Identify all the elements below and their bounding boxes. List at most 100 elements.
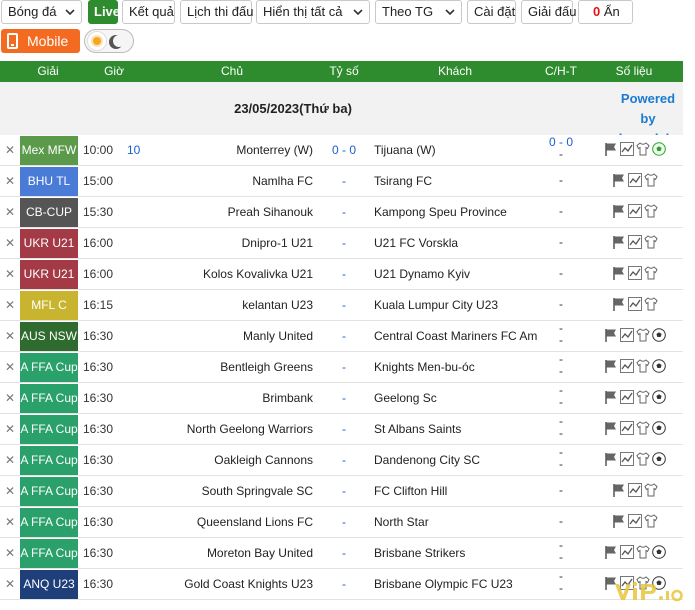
chart-icon[interactable] <box>620 545 634 559</box>
chart-icon[interactable] <box>620 142 634 156</box>
match-score[interactable]: - <box>342 267 346 281</box>
match-score[interactable]: - <box>342 453 346 467</box>
hide-row-close-icon[interactable]: ✕ <box>5 329 15 343</box>
chart-icon[interactable] <box>628 297 642 311</box>
league-badge[interactable]: ANQ U23 <box>20 570 78 599</box>
ball-icon[interactable] <box>652 545 666 559</box>
table-row[interactable]: ✕ A FFA Cup 16:30 South Springvale SC - FC Cl… <box>0 476 683 507</box>
shirt-icon[interactable] <box>644 483 658 497</box>
chart-icon[interactable] <box>620 328 634 342</box>
hide-row-close-icon[interactable]: ✕ <box>5 453 15 467</box>
table-row[interactable]: ✕ A FFA Cup 16:30 North Geelong Warriors - St… <box>0 414 683 445</box>
home-team[interactable]: Queensland Lions FC <box>197 515 313 529</box>
hide-row-close-icon[interactable]: ✕ <box>5 484 15 498</box>
ball-icon[interactable] <box>652 452 666 466</box>
settings-button[interactable]: Cài đặt <box>467 0 516 24</box>
table-row[interactable]: ✕ Mex MFW 10:00 10 Monterrey (W) 0 - 0 Tijuana… <box>0 135 683 166</box>
chart-icon[interactable] <box>620 359 634 373</box>
shirt-icon[interactable] <box>644 297 658 311</box>
hide-row-close-icon[interactable]: ✕ <box>5 143 15 157</box>
ball-icon[interactable] <box>652 421 666 435</box>
hide-row-close-icon[interactable]: ✕ <box>5 515 15 529</box>
hide-row-close-icon[interactable]: ✕ <box>5 236 15 250</box>
ball-live-icon[interactable] <box>652 142 666 156</box>
chart-icon[interactable] <box>628 204 642 218</box>
home-team[interactable]: Oakleigh Cannons <box>214 453 313 467</box>
flag-icon[interactable] <box>604 328 618 342</box>
chart-icon[interactable] <box>628 266 642 280</box>
away-team[interactable]: Brisbane Strikers <box>374 546 465 560</box>
away-team[interactable]: Brisbane Olympic FC U23 <box>374 577 513 591</box>
match-score[interactable]: - <box>342 329 346 343</box>
league-badge[interactable]: A FFA Cup <box>20 446 78 475</box>
live-button[interactable]: Live <box>88 0 120 24</box>
chart-icon[interactable] <box>620 421 634 435</box>
match-score[interactable]: - <box>342 174 346 188</box>
hide-row-close-icon[interactable]: ✕ <box>5 205 15 219</box>
table-row[interactable]: ✕ A FFA Cup 16:30 Oakleigh Cannons - Dandenon… <box>0 445 683 476</box>
ball-icon[interactable] <box>652 328 666 342</box>
schedule-button[interactable]: Lịch thi đấu <box>180 0 254 24</box>
match-score[interactable]: - <box>342 236 346 250</box>
match-score[interactable]: - <box>342 360 346 374</box>
leagues-button[interactable]: Giải đấu <box>521 0 576 24</box>
flag-icon[interactable] <box>612 297 626 311</box>
league-badge[interactable]: A FFA Cup <box>20 477 78 506</box>
home-team[interactable]: Moreton Bay United <box>207 546 313 560</box>
league-badge[interactable]: A FFA Cup <box>20 415 78 444</box>
table-row[interactable]: ✕ AUS NSW 16:30 Manly United - Central Coast … <box>0 321 683 352</box>
table-row[interactable]: ✕ A FFA Cup 16:30 Bentleigh Greens - Knights … <box>0 352 683 383</box>
shirt-icon[interactable] <box>636 452 650 466</box>
flag-icon[interactable] <box>612 514 626 528</box>
shirt-icon[interactable] <box>636 390 650 404</box>
home-team[interactable]: Namlha FC <box>252 174 313 188</box>
flag-icon[interactable] <box>604 390 618 404</box>
flag-icon[interactable] <box>612 483 626 497</box>
league-badge[interactable]: A FFA Cup <box>20 508 78 537</box>
sort-select[interactable]: Theo TG <box>375 0 462 24</box>
away-team[interactable]: Geelong Sc <box>374 391 437 405</box>
match-score[interactable]: - <box>342 391 346 405</box>
table-row[interactable]: ✕ UKR U21 16:00 Dnipro-1 U21 - U21 FC Vorskla… <box>0 228 683 259</box>
hide-row-close-icon[interactable]: ✕ <box>5 174 15 188</box>
flag-icon[interactable] <box>612 173 626 187</box>
home-team[interactable]: South Springvale SC <box>202 484 313 498</box>
away-team[interactable]: Dandenong City SC <box>374 453 480 467</box>
sport-select[interactable]: Bóng đá <box>1 0 82 24</box>
shirt-icon[interactable] <box>644 266 658 280</box>
flag-icon[interactable] <box>612 266 626 280</box>
hide-row-close-icon[interactable]: ✕ <box>5 546 15 560</box>
table-row[interactable]: ✕ A FFA Cup 16:30 Queensland Lions FC - North… <box>0 507 683 538</box>
shirt-icon[interactable] <box>644 204 658 218</box>
shirt-icon[interactable] <box>636 328 650 342</box>
shirt-icon[interactable] <box>636 421 650 435</box>
away-team[interactable]: Kampong Speu Province <box>374 205 507 219</box>
league-badge[interactable]: UKR U21 <box>20 260 78 289</box>
home-team[interactable]: Preah Sihanouk <box>228 205 313 219</box>
flag-icon[interactable] <box>604 452 618 466</box>
away-team[interactable]: U21 Dynamo Kyiv <box>374 267 470 281</box>
shirt-icon[interactable] <box>636 545 650 559</box>
table-row[interactable]: ✕ A FFA Cup 16:30 Brimbank - Geelong Sc - - <box>0 383 683 414</box>
away-team[interactable]: U21 FC Vorskla <box>374 236 458 250</box>
away-team[interactable]: Tsirang FC <box>374 174 432 188</box>
theme-toggle[interactable] <box>84 29 134 53</box>
flag-icon[interactable] <box>612 235 626 249</box>
league-badge[interactable]: UKR U21 <box>20 229 78 258</box>
away-team[interactable]: St Albans Saints <box>374 422 461 436</box>
match-score[interactable]: - <box>342 298 346 312</box>
hide-row-close-icon[interactable]: ✕ <box>5 298 15 312</box>
league-badge[interactable]: BHU TL <box>20 167 78 196</box>
match-score[interactable]: - <box>342 205 346 219</box>
league-badge[interactable]: A FFA Cup <box>20 353 78 382</box>
flag-icon[interactable] <box>604 142 618 156</box>
hide-row-close-icon[interactable]: ✕ <box>5 422 15 436</box>
home-team[interactable]: Brimbank <box>262 391 313 405</box>
match-score[interactable]: - <box>342 484 346 498</box>
hide-row-close-icon[interactable]: ✕ <box>5 360 15 374</box>
hidden-button[interactable]: 0 Ẩn <box>578 0 633 24</box>
away-team[interactable]: Kuala Lumpur City U23 <box>374 298 498 312</box>
shirt-icon[interactable] <box>644 173 658 187</box>
league-badge[interactable]: A FFA Cup <box>20 539 78 568</box>
home-team[interactable]: Kolos Kovalivka U21 <box>203 267 313 281</box>
